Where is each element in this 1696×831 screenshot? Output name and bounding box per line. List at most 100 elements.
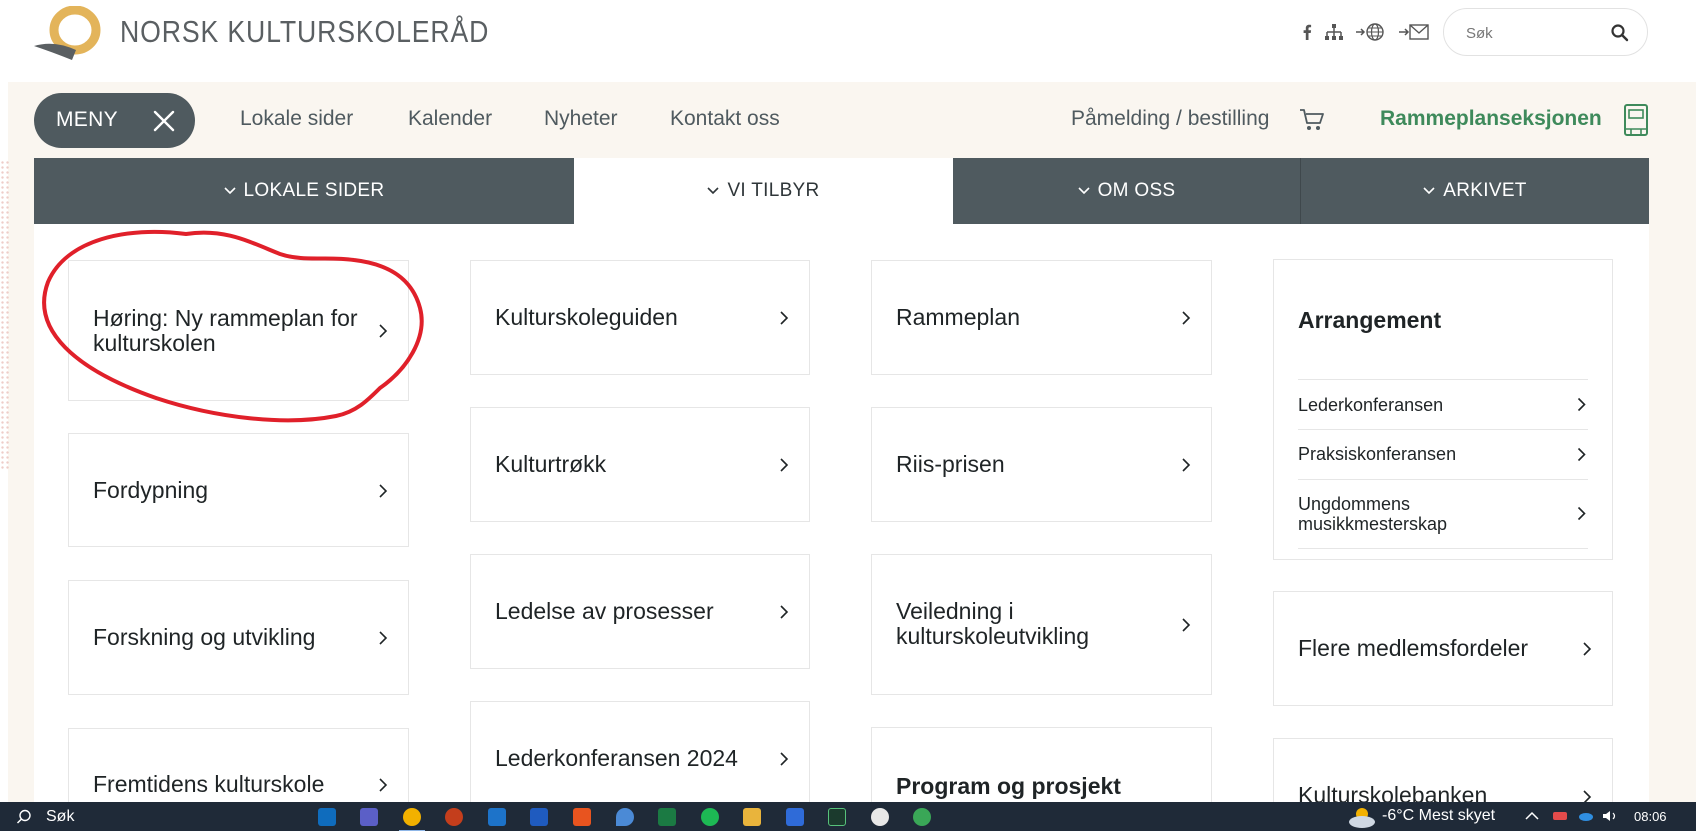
newsletter-mail-icon[interactable] — [1398, 18, 1430, 46]
card-label: Lederkonferansen 2024 — [495, 745, 738, 771]
viva-icon[interactable] — [488, 808, 506, 826]
word-icon[interactable] — [530, 808, 548, 826]
divider — [1298, 548, 1588, 549]
card-label: Flere medlemsfordeler — [1298, 635, 1529, 661]
top-header: NORSK KULTURSKOLERÅD — [0, 0, 1696, 82]
card-kulturtrokk[interactable]: Kulturtrøkk — [470, 407, 810, 522]
page: NORSK KULTURSKOLERÅD MENY Lokale s — [0, 0, 1696, 831]
tab-arkivet[interactable]: ARKIVET — [1301, 158, 1649, 224]
chevron-down-icon — [1423, 187, 1435, 195]
arrangement-item-label: Praksiskonferansen — [1298, 444, 1457, 464]
chrome-icon[interactable] — [399, 808, 425, 831]
clipchamp-icon[interactable] — [786, 808, 804, 826]
search-icon — [16, 809, 31, 824]
tray-app-icon[interactable] — [1552, 809, 1568, 823]
arrangement-item-label: Ungdommens musikkmesterskap — [1298, 494, 1448, 534]
card-kulturskoleguiden[interactable]: Kulturskoleguiden — [470, 260, 810, 375]
arrangement-item-lederkonferansen[interactable]: Lederkonferansen — [1298, 379, 1588, 429]
language-globe-icon[interactable] — [1355, 18, 1385, 46]
file-explorer-icon[interactable] — [743, 808, 761, 826]
chevron-right-icon — [379, 324, 388, 338]
card-rammeplan[interactable]: Rammeplan — [871, 260, 1212, 375]
card-label: Program og prosjekt — [896, 773, 1121, 799]
nav-link-kontakt-oss[interactable]: Kontakt oss — [670, 107, 780, 131]
chevron-right-icon — [780, 752, 789, 766]
browser-icon[interactable] — [913, 808, 931, 826]
paint-drop-icon[interactable] — [616, 808, 634, 826]
document-book-icon[interactable] — [1623, 103, 1649, 137]
outlook-icon[interactable] — [318, 808, 336, 826]
card-veiledning-i-kulturskoleutvikling[interactable]: Veiledning i kulturskoleutvikling — [871, 554, 1212, 695]
windows-taskbar: Søk -6°C Mest skyet 08:06 — [0, 802, 1696, 831]
card-label: Kulturskoleguiden — [495, 304, 678, 330]
cloudy-weather-icon — [1349, 808, 1375, 828]
powerpoint-icon[interactable] — [445, 808, 463, 826]
menu-close-button[interactable]: MENY — [34, 93, 195, 148]
tab-label: ARKIVET — [1443, 180, 1527, 201]
card-kulturskolebanken[interactable]: Kulturskolebanken — [1273, 738, 1613, 802]
chevron-right-icon — [780, 605, 789, 619]
card-forskning-og-utvikling[interactable]: Forskning og utvikling — [68, 580, 409, 695]
sitemap-icon[interactable] — [1323, 18, 1345, 46]
tab-vi-tilbyr[interactable]: VI TILBYR — [574, 158, 953, 224]
shopping-cart-icon[interactable] — [1298, 106, 1326, 134]
nav-link-nyheter[interactable]: Nyheter — [544, 107, 618, 131]
card-flere-medlemsfordeler[interactable]: Flere medlemsfordeler — [1273, 591, 1613, 706]
volume-icon[interactable] — [1602, 809, 1618, 823]
nav-link-lokale-sider[interactable]: Lokale sider — [240, 107, 353, 131]
tab-label: VI TILBYR — [727, 180, 820, 201]
card-label: Rammeplan — [896, 304, 1020, 330]
tab-label: OM OSS — [1097, 180, 1176, 201]
card-lederkonferansen-2024[interactable]: Lederkonferansen 2024 — [470, 701, 810, 802]
weather-text[interactable]: -6°C Mest skyet — [1382, 807, 1495, 825]
teams-icon[interactable] — [360, 808, 378, 826]
card-fremtidens-kulturskole[interactable]: Fremtidens kulturskole — [68, 728, 409, 802]
chevron-right-icon — [1577, 506, 1586, 521]
site-brand-name[interactable]: NORSK KULTURSKOLERÅD — [120, 14, 489, 50]
search-input[interactable] — [1466, 21, 1606, 45]
rammeplan-section-link[interactable]: Rammeplanseksjonen — [1380, 107, 1602, 131]
clock-time[interactable]: 08:06 — [1634, 809, 1667, 824]
facebook-icon[interactable] — [1299, 18, 1315, 46]
acrobat-icon[interactable] — [573, 808, 591, 826]
card-label: Veiledning i kulturskoleutvikling — [896, 598, 1090, 649]
chevron-down-icon — [707, 187, 720, 195]
onedrive-icon[interactable] — [1578, 809, 1594, 823]
card-label: Høring: Ny rammeplan for kulturskolen — [93, 305, 358, 356]
order-link[interactable]: Påmelding / bestilling — [1071, 107, 1269, 131]
chat-icon[interactable] — [871, 808, 889, 826]
card-program-og-prosjekt[interactable]: Program og prosjekt — [871, 727, 1212, 802]
card-ledelse-av-prosesser[interactable]: Ledelse av prosesser — [470, 554, 810, 669]
nav-link-kalender[interactable]: Kalender — [408, 107, 492, 131]
arrangement-title: Arrangement — [1298, 307, 1442, 333]
tab-lokale-sider[interactable]: LOKALE SIDER — [34, 158, 574, 224]
chevron-right-icon — [780, 458, 789, 472]
app-icon[interactable] — [828, 808, 846, 826]
arrangement-card: Arrangement Lederkonferansen Praksiskonf… — [1273, 259, 1613, 560]
chevron-right-icon — [1583, 790, 1592, 802]
card-label: Kulturskolebanken — [1298, 782, 1488, 803]
card-label: Fremtidens kulturskole — [93, 771, 325, 797]
chevron-right-icon — [379, 778, 388, 792]
chevron-up-icon[interactable] — [1524, 809, 1540, 823]
card-label: Kulturtrøkk — [495, 451, 607, 477]
tab-label: LOKALE SIDER — [243, 180, 385, 201]
tab-om-oss[interactable]: OM OSS — [953, 158, 1300, 224]
card-label: Fordypning — [93, 477, 209, 503]
arrangement-item-praksiskonferansen[interactable]: Praksiskonferansen — [1298, 429, 1588, 479]
chevron-down-icon — [1078, 187, 1090, 195]
chevron-right-icon — [379, 484, 388, 498]
arrangement-item-ungdommens-musikkmesterskap[interactable]: Ungdommens musikkmesterskap — [1298, 479, 1588, 548]
search-icon[interactable] — [1609, 22, 1631, 44]
chevron-right-icon — [1182, 618, 1191, 632]
close-icon — [153, 110, 175, 132]
card-horing-ny-rammeplan[interactable]: Høring: Ny rammeplan for kulturskolen — [68, 260, 409, 401]
spotify-icon[interactable] — [701, 808, 719, 826]
card-fordypning[interactable]: Fordypning — [68, 433, 409, 547]
card-riis-prisen[interactable]: Riis-prisen — [871, 407, 1212, 522]
taskbar-search[interactable]: Søk — [16, 806, 74, 828]
decorative-dots — [0, 160, 10, 470]
excel-icon[interactable] — [658, 808, 676, 826]
chevron-right-icon — [1182, 311, 1191, 325]
logo-icon[interactable] — [32, 6, 104, 64]
